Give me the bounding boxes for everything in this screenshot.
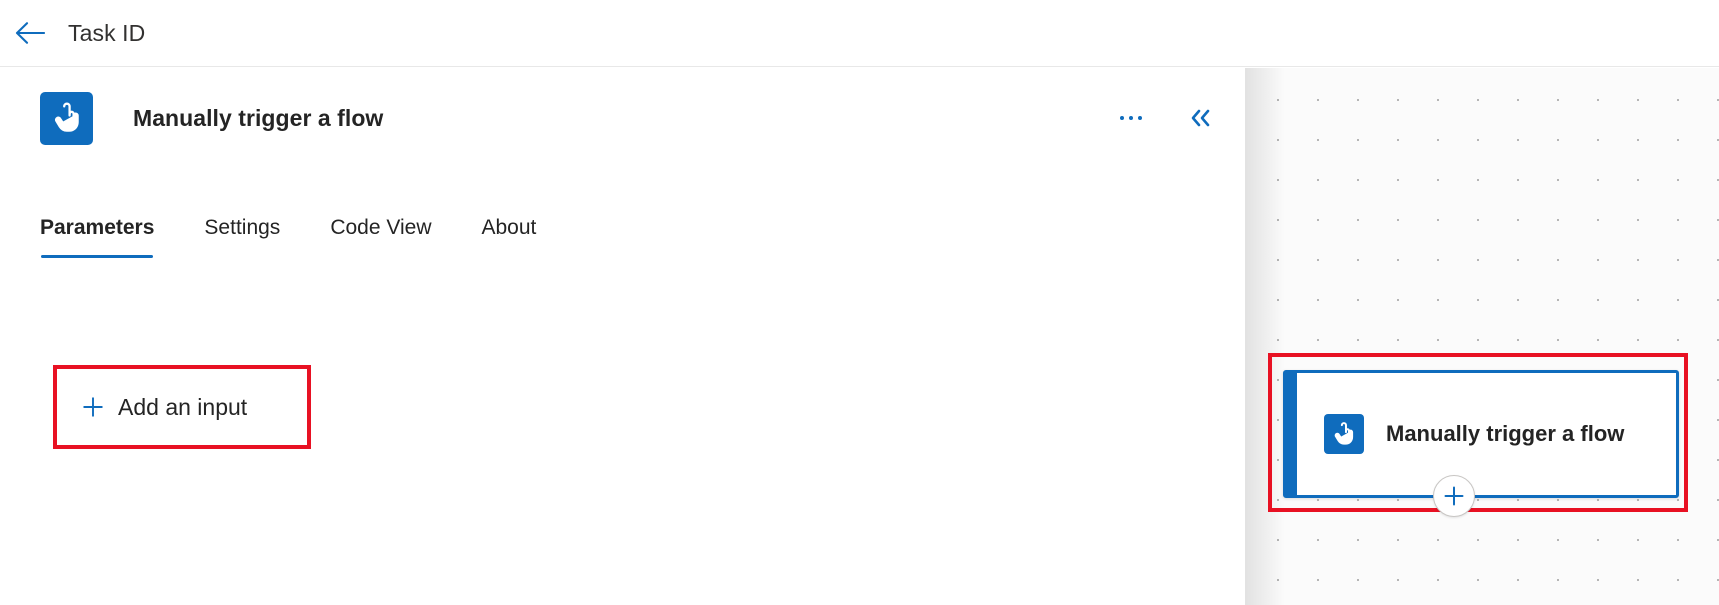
trigger-node-title: Manually trigger a flow [1386,421,1625,447]
plus-circle-icon [1443,485,1465,507]
collapse-panel-button[interactable] [1177,98,1223,138]
panel-tabs: Parameters Settings Code View About [40,216,586,258]
manual-trigger-hand-icon [40,91,93,145]
manual-trigger-hand-icon [1324,414,1364,454]
top-header-bar: Task ID [0,0,1719,67]
panel-title: Manually trigger a flow [133,104,384,131]
trigger-details-panel: Manually trigger a flow Parameters Setti… [0,68,1245,605]
flow-designer-canvas[interactable]: Manually trigger a flow [1245,68,1719,605]
arrow-left-icon [15,20,45,46]
chevron-double-left-icon [1187,107,1213,129]
page-title: Task ID [68,19,146,46]
canvas-edge-shadow [1245,68,1285,605]
ellipsis-horizontal-icon [1120,116,1142,120]
back-arrow-button[interactable] [2,5,58,61]
tab-code-view[interactable]: Code View [330,216,431,258]
add-node-button[interactable] [1433,475,1475,517]
tab-parameters[interactable]: Parameters [40,216,154,258]
node-selection-accent-bar [1286,373,1297,495]
more-options-button[interactable] [1109,98,1153,138]
trigger-node-card[interactable]: Manually trigger a flow [1283,370,1679,498]
plus-icon [81,395,105,419]
panel-header-actions [1109,98,1245,138]
add-an-input-button[interactable]: Add an input [57,369,307,445]
add-an-input-label: Add an input [118,393,248,420]
tab-about[interactable]: About [482,216,537,258]
tab-settings[interactable]: Settings [204,216,280,258]
panel-header: Manually trigger a flow [0,68,1245,168]
add-input-annotation-box: Add an input [53,365,311,449]
